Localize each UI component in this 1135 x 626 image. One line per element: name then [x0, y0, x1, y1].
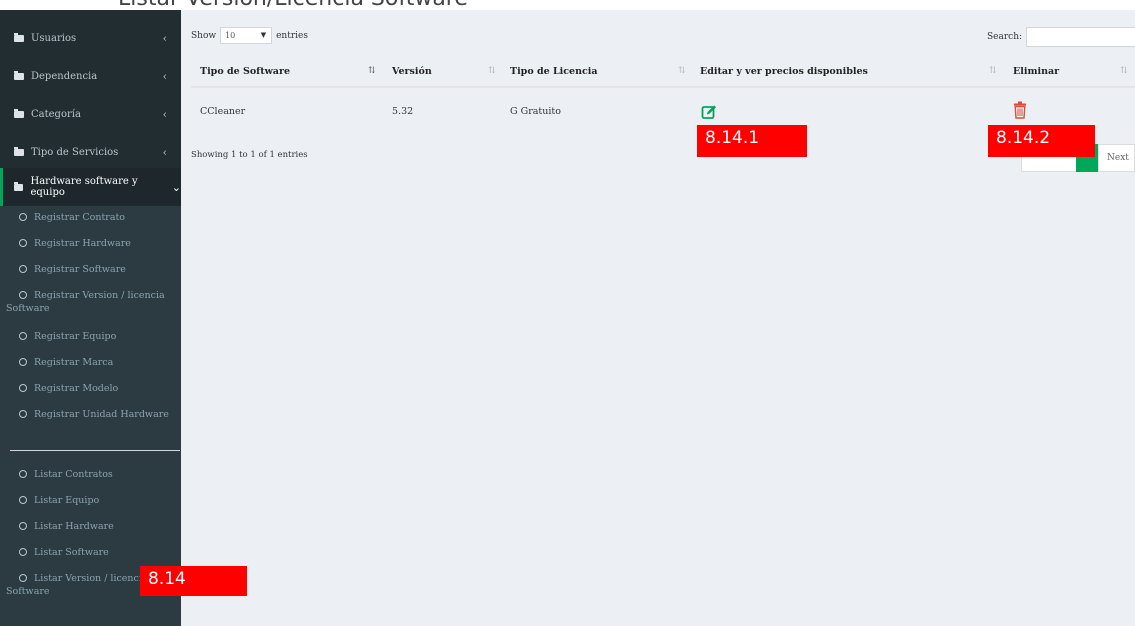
- submenu-listar-equipo[interactable]: Listar Equipo: [0, 494, 181, 507]
- sidebar-item-label: Usuarios: [31, 32, 77, 44]
- submenu-label: Registrar Unidad Hardware: [34, 409, 169, 420]
- submenu-registrar-software[interactable]: Registrar Software: [0, 263, 181, 276]
- cell-tipo-licencia: G Gratuito: [510, 106, 561, 117]
- pagination-next-button[interactable]: Next: [1098, 144, 1135, 172]
- submenu-label: Registrar Software: [34, 264, 126, 275]
- column-header-eliminar[interactable]: Eliminar: [1013, 66, 1059, 77]
- submenu-label: Registrar Modelo: [34, 383, 119, 394]
- submenu-label: Registrar Version / licencia: [34, 290, 165, 301]
- circle-icon: [19, 574, 27, 582]
- sidebar-item-label: Categoría: [31, 108, 81, 120]
- folder-open-icon: [14, 181, 24, 191]
- page-heading-strip: Listar Version/Licencia Software: [0, 0, 1135, 10]
- circle-icon: [19, 239, 27, 247]
- submenu-label: Registrar Contrato: [34, 212, 126, 223]
- column-header-editar[interactable]: Editar y ver precios disponibles: [700, 66, 868, 77]
- chevron-left-icon: ‹: [162, 69, 167, 83]
- search-control: Search:: [987, 27, 1135, 47]
- circle-icon: [19, 496, 27, 504]
- table-info: Showing 1 to 1 of 1 entries: [191, 150, 308, 160]
- circle-icon: [19, 522, 27, 530]
- submenu-registrar-marca[interactable]: Registrar Marca: [0, 356, 181, 369]
- submenu-registrar-unidad-hardware[interactable]: Registrar Unidad Hardware: [0, 408, 181, 421]
- sort-icon[interactable]: ⇅: [1120, 66, 1128, 76]
- submenu-label-continued: Software: [6, 303, 50, 314]
- chevron-down-icon: ⌄: [171, 180, 181, 194]
- dropdown-arrow-icon: ▼: [260, 31, 267, 39]
- sidebar: Usuarios ‹ Dependencia ‹ Categoría ‹ Tip…: [0, 10, 181, 626]
- submenu-label-continued: Software: [6, 586, 50, 597]
- submenu-label: Registrar Marca: [34, 357, 114, 368]
- callout-label-list-version: 8.14: [140, 566, 247, 596]
- circle-icon: [19, 291, 27, 299]
- circle-icon: [19, 384, 27, 392]
- circle-icon: [19, 332, 27, 340]
- circle-icon: [19, 410, 27, 418]
- sidebar-item-label: Tipo de Servicios: [31, 146, 119, 158]
- sort-icon[interactable]: ⇅: [488, 66, 496, 76]
- column-header-tipo-software[interactable]: Tipo de Software: [200, 66, 290, 77]
- entries-select[interactable]: 10 ▼: [220, 27, 273, 44]
- submenu-label: Listar Hardware: [34, 521, 114, 532]
- folder-icon: [14, 32, 24, 42]
- folder-icon: [14, 146, 24, 156]
- circle-icon: [19, 265, 27, 273]
- sidebar-item-dependencia[interactable]: Dependencia ‹: [0, 57, 181, 95]
- submenu-label: Listar Contratos: [34, 469, 113, 480]
- submenu-label: Listar Software: [34, 547, 109, 558]
- folder-icon: [14, 108, 24, 118]
- circle-icon: [19, 548, 27, 556]
- submenu-registrar-equipo[interactable]: Registrar Equipo: [0, 330, 181, 343]
- submenu-listar-contratos[interactable]: Listar Contratos: [0, 468, 181, 481]
- search-label: Search:: [987, 32, 1023, 42]
- callout-label-delete: 8.14.2: [988, 125, 1095, 157]
- sidebar-item-label: Hardware software y equipo: [30, 176, 138, 198]
- column-header-version[interactable]: Versión: [392, 66, 432, 77]
- circle-icon: [19, 213, 27, 221]
- submenu-label: Registrar Equipo: [34, 331, 117, 342]
- search-input[interactable]: [1026, 27, 1135, 47]
- submenu-registrar-contrato[interactable]: Registrar Contrato: [0, 211, 181, 224]
- sidebar-divider: [10, 450, 180, 451]
- sidebar-item-usuarios[interactable]: Usuarios ‹: [0, 19, 181, 57]
- show-label: Show: [191, 30, 217, 41]
- folder-icon: [14, 70, 24, 80]
- submenu-listar-hardware[interactable]: Listar Hardware: [0, 520, 181, 533]
- trash-icon[interactable]: [1013, 101, 1027, 119]
- circle-icon: [19, 358, 27, 366]
- chevron-left-icon: ‹: [162, 31, 167, 45]
- entries-length-control: Show 10 ▼ entries: [191, 27, 308, 44]
- sort-asc-icon[interactable]: ⇅: [368, 66, 376, 76]
- cell-tipo-software: CCleaner: [200, 106, 246, 117]
- sort-icon[interactable]: ⇅: [678, 66, 686, 76]
- sidebar-item-hardware-software[interactable]: Hardware software y equipo ⌄: [0, 168, 181, 206]
- sidebar-item-label: Dependencia: [31, 70, 98, 82]
- submenu-registrar-version-licencia[interactable]: Registrar Version / licencia Software: [0, 289, 181, 315]
- callout-label-edit: 8.14.1: [697, 125, 807, 157]
- main-content: Show 10 ▼ entries Search: Tipo de Softwa…: [181, 10, 1135, 616]
- sidebar-item-categoria[interactable]: Categoría ‹: [0, 95, 181, 133]
- chevron-left-icon: ‹: [162, 145, 167, 159]
- submenu-label: Listar Version / licencia: [34, 573, 148, 584]
- page-heading: Listar Version/Licencia Software: [118, 0, 468, 10]
- entries-select-value: 10: [225, 31, 236, 40]
- cell-version: 5.32: [392, 106, 414, 117]
- submenu-label: Registrar Hardware: [34, 238, 131, 249]
- table-header-border: [191, 86, 1135, 88]
- sort-icon[interactable]: ⇅: [989, 66, 997, 76]
- submenu-label: Listar Equipo: [34, 495, 100, 506]
- entries-label: entries: [276, 30, 308, 41]
- chevron-left-icon: ‹: [162, 107, 167, 121]
- submenu-registrar-hardware[interactable]: Registrar Hardware: [0, 237, 181, 250]
- submenu-registrar-modelo[interactable]: Registrar Modelo: [0, 382, 181, 395]
- edit-icon[interactable]: [701, 104, 717, 120]
- circle-icon: [19, 470, 27, 478]
- submenu-listar-software[interactable]: Listar Software: [0, 546, 181, 559]
- column-header-tipo-licencia[interactable]: Tipo de Licencia: [510, 66, 598, 77]
- sidebar-item-tipo-servicios[interactable]: Tipo de Servicios ‹: [0, 133, 181, 171]
